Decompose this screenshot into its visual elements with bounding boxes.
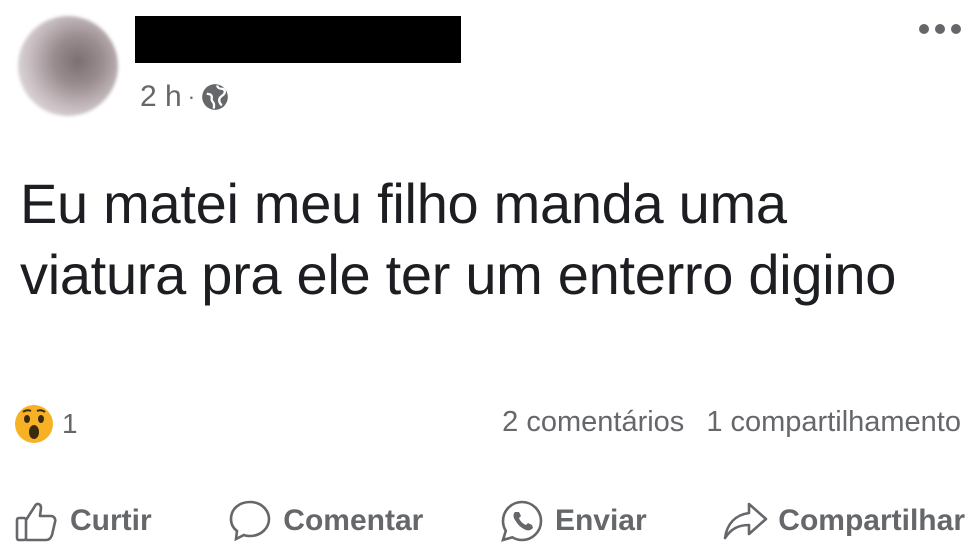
comment-label: Comentar	[283, 504, 424, 537]
post-time[interactable]: 2 h	[140, 80, 182, 114]
more-options-icon[interactable]	[919, 24, 961, 34]
comments-count[interactable]: 2 comentários	[502, 406, 684, 439]
post-text: Eu matei meu filho manda uma viatura pra…	[20, 172, 897, 306]
shares-count[interactable]: 1 compartilhamento	[706, 406, 961, 439]
send-button[interactable]: Enviar	[499, 498, 647, 544]
globe-icon	[202, 84, 228, 110]
avatar[interactable]	[18, 16, 118, 116]
reaction-count: 1	[62, 408, 78, 439]
whatsapp-icon	[501, 500, 543, 542]
meta-separator: ·	[187, 84, 196, 109]
reaction-summary[interactable]: 1	[14, 404, 78, 444]
share-arrow-icon	[723, 502, 768, 540]
share-label: Compartilhar	[778, 504, 965, 537]
engagement-counts: 2 comentários 1 compartilhamento	[502, 406, 961, 439]
share-button[interactable]: Compartilhar	[722, 498, 965, 544]
thumbs-up-icon	[15, 502, 57, 542]
like-button[interactable]: Curtir	[14, 498, 152, 544]
redacted-author-name[interactable]	[135, 16, 461, 63]
send-label: Enviar	[554, 504, 647, 537]
like-label: Curtir	[70, 504, 152, 537]
comment-bubble-icon	[229, 500, 271, 542]
wow-emoji-icon	[15, 405, 53, 443]
comment-button[interactable]: Comentar	[227, 498, 423, 544]
post-meta: 2 h ·	[140, 80, 229, 114]
action-bar: Curtir Comentar Enviar Compartilhar	[0, 497, 975, 545]
